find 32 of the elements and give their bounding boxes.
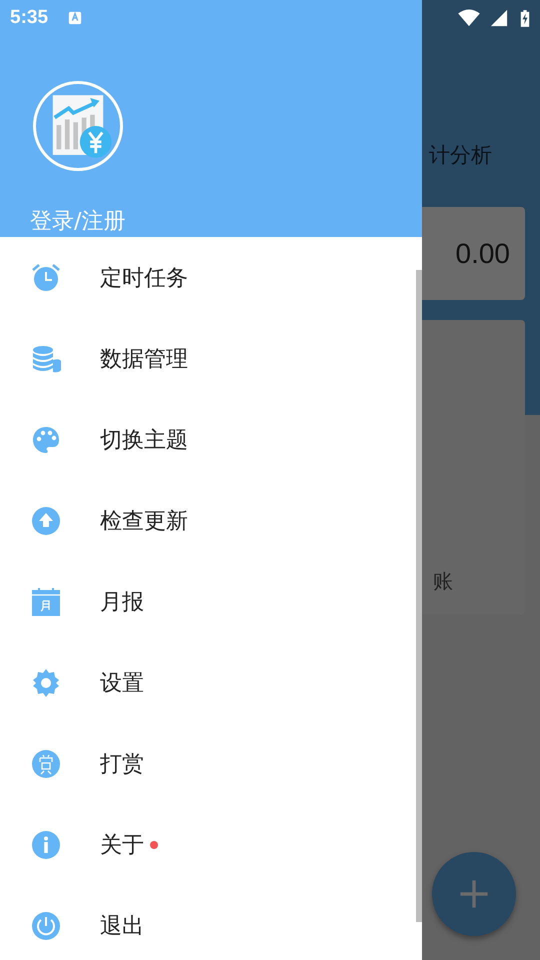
menu-label: 设置 [100,670,144,698]
card-label: 账 [433,568,453,595]
coin-stack-icon [31,344,61,374]
gear-icon [31,668,61,698]
menu-label: 数据管理 [100,346,188,374]
menu-label: 退出 [100,912,144,940]
wifi-icon [458,9,480,27]
signal-icon [488,9,510,27]
status-time: 5:35 [10,7,48,29]
menu-item[interactable]: 定时任务 [0,237,416,318]
menu-item[interactable]: 打赏 [0,723,416,804]
menu-label: 关于 [100,832,144,860]
power-icon [31,910,61,940]
reward-icon [31,748,61,778]
palette-icon [31,424,61,454]
scrollbar[interactable] [416,270,422,922]
menu-item[interactable]: 切换主题 [0,399,416,480]
amount-text: 0.00 [456,238,510,270]
alarm-clock-icon [31,262,61,292]
menu-item[interactable]: 关于 [0,804,416,885]
menu-item[interactable]: 数据管理 [0,318,416,399]
menu-label: 切换主题 [100,426,188,454]
menu-item[interactable]: 设置 [0,642,416,723]
info-icon [31,830,61,860]
calendar-icon [31,586,61,616]
menu-item[interactable]: 月报 [0,561,416,642]
menu-label: 定时任务 [100,264,188,292]
menu-label: 检查更新 [100,508,188,536]
menu-label: 月报 [100,588,144,616]
menu-item[interactable]: 退出 [0,885,416,960]
menu-label: 打赏 [100,750,144,778]
menu-item[interactable]: 检查更新 [0,480,416,561]
